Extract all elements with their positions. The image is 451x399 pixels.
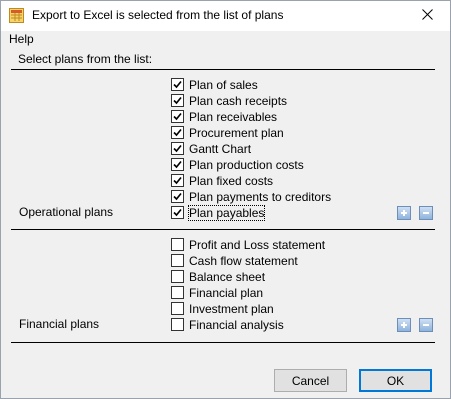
close-icon bbox=[421, 9, 433, 23]
checkbox[interactable] bbox=[171, 302, 184, 315]
instruction-text: Select plans from the list: bbox=[18, 52, 153, 66]
checkbox-label: Plan of sales bbox=[189, 77, 258, 92]
checkbox[interactable] bbox=[171, 238, 184, 251]
checkbox-label: Profit and Loss statement bbox=[189, 237, 326, 252]
checkbox-label: Investment plan bbox=[189, 301, 274, 316]
checkbox-label: Plan payments to creditors bbox=[189, 189, 332, 204]
plan-checkbox-row[interactable]: Financial analysis bbox=[171, 317, 284, 332]
checkmark-icon bbox=[173, 176, 182, 185]
plan-checkbox-row[interactable]: Plan payables bbox=[171, 204, 266, 221]
financial-plans-label: Financial plans bbox=[19, 317, 100, 331]
export-dialog: Export to Excel is selected from the lis… bbox=[0, 0, 451, 399]
checkbox-label: Cash flow statement bbox=[189, 253, 298, 268]
checkmark-icon bbox=[173, 128, 182, 137]
plan-checkbox-row[interactable]: Profit and Loss statement bbox=[171, 237, 325, 252]
close-button[interactable] bbox=[404, 1, 450, 31]
checkbox[interactable] bbox=[171, 190, 184, 203]
checkbox[interactable] bbox=[171, 158, 184, 171]
menu-help[interactable]: Help bbox=[9, 32, 34, 46]
plan-checkbox-row[interactable]: Plan production costs bbox=[171, 157, 304, 172]
checkbox[interactable] bbox=[171, 110, 184, 123]
checkbox[interactable] bbox=[171, 206, 184, 219]
checkbox[interactable] bbox=[171, 174, 184, 187]
ok-button[interactable]: OK bbox=[359, 369, 432, 392]
checkbox-label: Plan receivables bbox=[189, 109, 278, 124]
title-bar: Export to Excel is selected from the lis… bbox=[1, 1, 450, 31]
checkbox-label: Financial plan bbox=[189, 285, 264, 300]
checkbox-label: Plan cash receipts bbox=[189, 93, 288, 108]
checkbox[interactable] bbox=[171, 142, 184, 155]
checkbox[interactable] bbox=[171, 286, 184, 299]
checkbox-label: Procurement plan bbox=[189, 125, 284, 140]
plan-checkbox-row[interactable]: Financial plan bbox=[171, 285, 263, 300]
checkbox[interactable] bbox=[171, 254, 184, 267]
checkmark-icon bbox=[173, 112, 182, 121]
plan-checkbox-row[interactable]: Gantt Chart bbox=[171, 141, 251, 156]
checkmark-icon bbox=[173, 192, 182, 201]
checkbox-label: Plan fixed costs bbox=[189, 173, 274, 188]
checkbox-label: Plan production costs bbox=[189, 157, 304, 172]
excel-app-icon bbox=[9, 8, 24, 23]
plan-checkbox-row[interactable]: Cash flow statement bbox=[171, 253, 298, 268]
divider-middle bbox=[11, 229, 435, 230]
window-title: Export to Excel is selected from the lis… bbox=[32, 8, 284, 22]
financial-expand-button[interactable] bbox=[397, 318, 411, 332]
menu-bar: Help bbox=[1, 31, 450, 50]
divider-top bbox=[11, 69, 435, 70]
plan-checkbox-row[interactable]: Balance sheet bbox=[171, 269, 265, 284]
checkbox[interactable] bbox=[171, 94, 184, 107]
cancel-button[interactable]: Cancel bbox=[274, 369, 347, 392]
plan-checkbox-row[interactable]: Procurement plan bbox=[171, 125, 284, 140]
divider-bottom bbox=[11, 342, 435, 343]
plan-checkbox-row[interactable]: Plan of sales bbox=[171, 77, 258, 92]
checkmark-icon bbox=[173, 96, 182, 105]
checkbox-label: Gantt Chart bbox=[189, 141, 252, 156]
financial-collapse-button[interactable] bbox=[419, 318, 433, 332]
operational-plans-label: Operational plans bbox=[19, 205, 114, 219]
checkmark-icon bbox=[173, 144, 182, 153]
operational-expand-button[interactable] bbox=[397, 206, 411, 220]
plan-checkbox-row[interactable]: Plan fixed costs bbox=[171, 173, 273, 188]
checkbox[interactable] bbox=[171, 270, 184, 283]
plan-checkbox-row[interactable]: Plan receivables bbox=[171, 109, 277, 124]
checkbox[interactable] bbox=[171, 78, 184, 91]
checkmark-icon bbox=[173, 160, 182, 169]
operational-collapse-button[interactable] bbox=[419, 206, 433, 220]
checkbox[interactable] bbox=[171, 318, 184, 331]
checkbox-label: Plan payables bbox=[187, 204, 266, 221]
plan-checkbox-row[interactable]: Investment plan bbox=[171, 301, 274, 316]
checkbox-label: Financial analysis bbox=[189, 317, 284, 332]
plan-checkbox-row[interactable]: Plan payments to creditors bbox=[171, 189, 331, 204]
checkmark-icon bbox=[173, 208, 182, 217]
plan-checkbox-row[interactable]: Plan cash receipts bbox=[171, 93, 287, 108]
checkmark-icon bbox=[173, 80, 182, 89]
checkbox[interactable] bbox=[171, 126, 184, 139]
checkbox-label: Balance sheet bbox=[189, 269, 266, 284]
